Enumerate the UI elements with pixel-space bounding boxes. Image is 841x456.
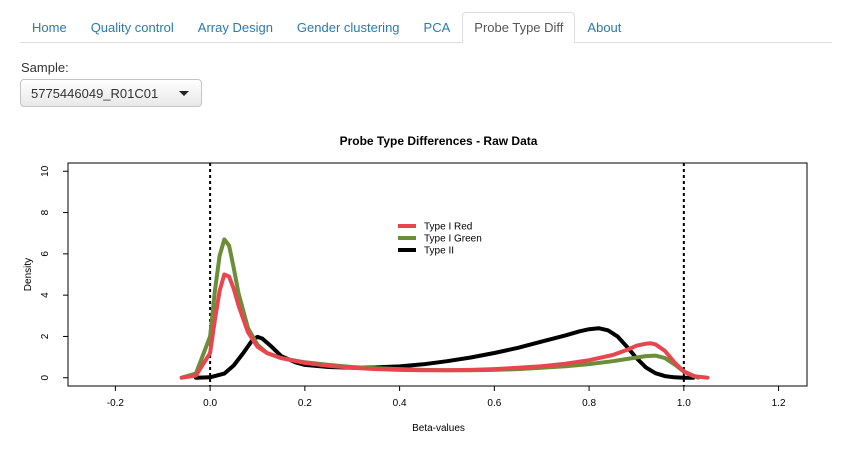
y-tick-label: 2 (40, 333, 51, 339)
sample-selected-value: 5775446049_R01C01 (31, 86, 159, 101)
y-tick-label: 6 (40, 251, 51, 257)
tab-gender-clustering[interactable]: Gender clustering (285, 12, 412, 42)
x-axis-label: Beta-values (412, 423, 465, 434)
x-tick-label: 0.2 (298, 398, 312, 409)
density-chart: Probe Type Differences - Raw Data -0.2 0.0… (23, 134, 808, 434)
tab-probe-type-diff[interactable]: Probe Type Diff (462, 12, 576, 43)
x-tick-label: 1.0 (677, 398, 691, 409)
tab-array-design[interactable]: Array Design (186, 12, 285, 42)
y-tick-label: 8 (40, 209, 51, 215)
sample-label: Sample: (21, 60, 69, 75)
legend-label: Type I Green (424, 234, 482, 245)
x-tick-label: 0.8 (582, 398, 596, 409)
tab-about[interactable]: About (575, 12, 633, 42)
chart-title: Probe Type Differences - Raw Data (340, 134, 538, 148)
y-tick-label: 10 (40, 165, 51, 177)
plot-frame (67, 162, 808, 387)
tab-pca[interactable]: PCA (412, 12, 463, 42)
x-tick-label: 1.2 (772, 398, 786, 409)
x-tick-label: -0.2 (107, 398, 125, 409)
tab-bar: Home Quality control Array Design Gender… (20, 12, 832, 43)
x-tick-label: 0.0 (203, 398, 217, 409)
y-tick-label: 0 (40, 375, 51, 381)
tab-home[interactable]: Home (20, 12, 79, 42)
caret-down-icon (179, 91, 189, 96)
y-tick-label: 4 (40, 292, 51, 298)
x-tick-label: 0.4 (393, 398, 407, 409)
legend-label: Type II (424, 246, 454, 257)
series-line-type-i-green (179, 237, 700, 380)
sample-select[interactable]: 5775446049_R01C01 (20, 79, 202, 107)
legend-label: Type I Red (424, 222, 472, 233)
x-tick-label: 0.6 (487, 398, 501, 409)
tab-quality-control[interactable]: Quality control (79, 12, 186, 42)
y-axis-label: Density (23, 258, 34, 291)
